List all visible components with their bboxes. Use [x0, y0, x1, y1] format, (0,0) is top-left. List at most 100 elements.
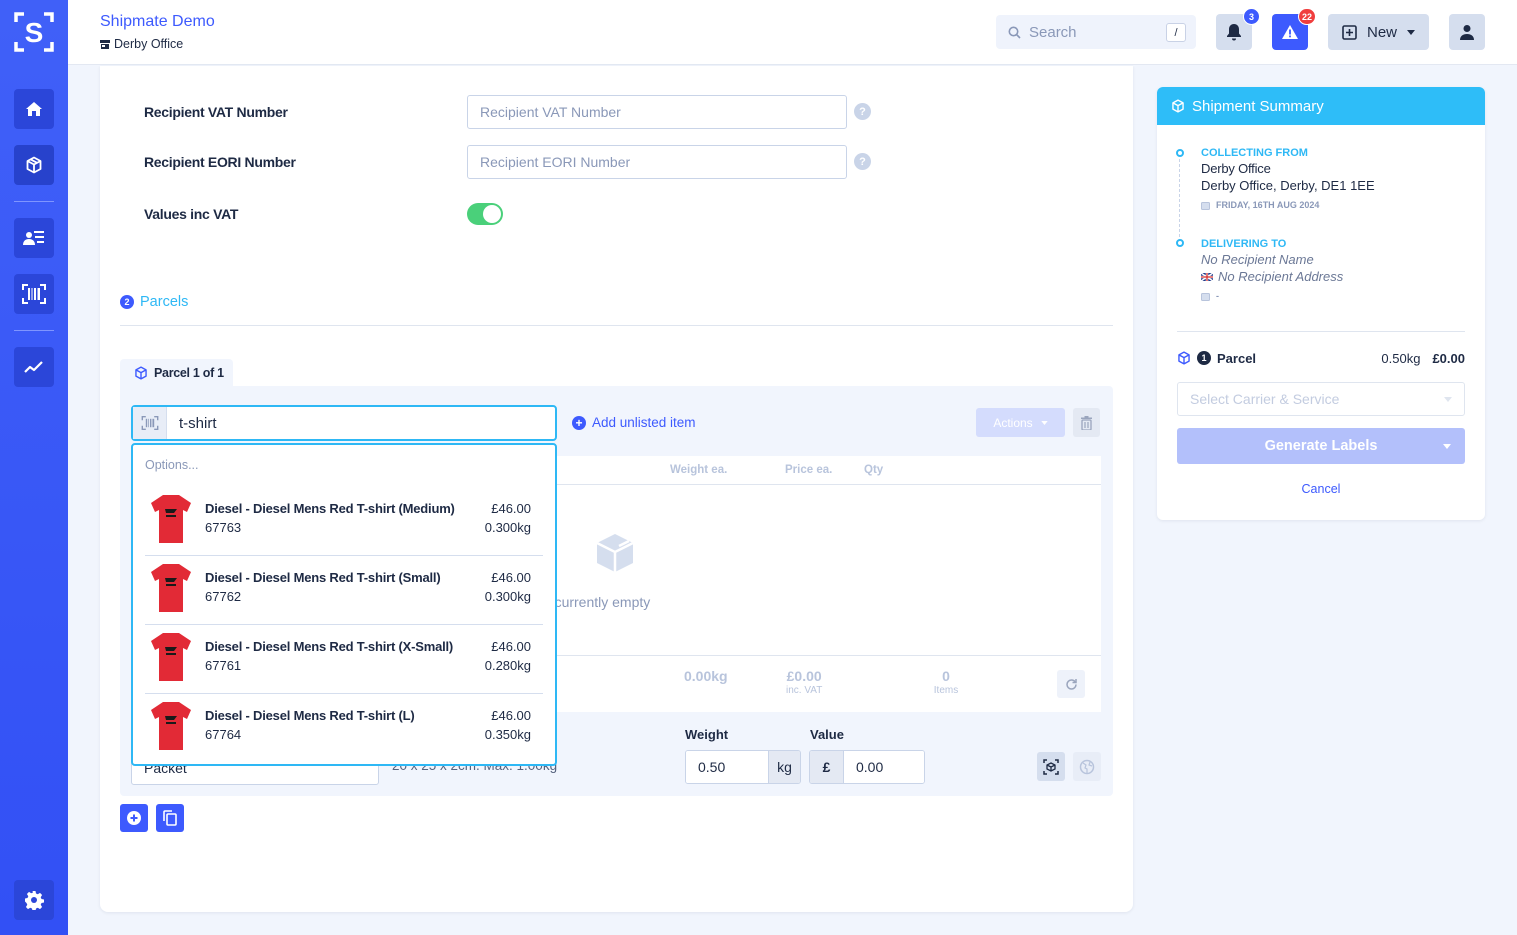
shipment-summary-panel: Shipment Summary COLLECTING FROM Derby O… [1157, 87, 1485, 520]
app-title[interactable]: Shipmate Demo [100, 13, 215, 31]
item-search-input[interactable] [167, 407, 555, 439]
weight-field: kg [685, 750, 801, 784]
item-search-field[interactable] [131, 405, 557, 441]
bell-icon [1227, 24, 1241, 41]
value-input[interactable] [844, 751, 924, 783]
box-icon [26, 156, 42, 174]
actions-label: Actions [993, 415, 1033, 430]
actions-dropdown-button[interactable]: Actions [976, 408, 1065, 437]
tshirt-thumbnail [151, 495, 191, 543]
total-items: 0 Items [931, 668, 961, 696]
sidebar-item-home[interactable] [14, 89, 54, 129]
caret-down-icon [1407, 29, 1415, 35]
total-value-caption: inc. VAT [786, 685, 823, 696]
delete-parcel-button[interactable] [1073, 408, 1100, 437]
option-price: £46.00 [491, 501, 531, 516]
barcode-scan-button[interactable] [133, 407, 167, 439]
step-number: 2 [120, 295, 134, 309]
option-name: Diesel - Diesel Mens Red T-shirt (Small) [205, 570, 441, 585]
parcel-tab-label: Parcel 1 of 1 [154, 366, 224, 380]
calendar-icon [1201, 201, 1210, 210]
value-field: £ [809, 750, 925, 784]
column-header-qty: Qty [864, 464, 884, 476]
option-price: £46.00 [491, 570, 531, 585]
sidebar: S [0, 0, 68, 935]
total-weight: 0.00kg [684, 668, 728, 684]
location-indicator[interactable]: Derby Office [100, 37, 183, 51]
search-result-option[interactable]: Diesel - Diesel Mens Red T-shirt (X-Smal… [145, 625, 543, 694]
parcels-section-title: Parcels [140, 294, 189, 310]
values-inc-vat-label: Values inc VAT [144, 206, 239, 222]
new-button-label: New [1366, 23, 1397, 41]
notifications-button[interactable]: 3 [1216, 8, 1260, 50]
search-input[interactable]: Search / [996, 15, 1196, 49]
refresh-icon [1065, 678, 1077, 690]
option-sku: 67762 [205, 589, 242, 604]
option-sku: 67764 [205, 727, 242, 742]
collecting-from-address: Derby Office, Derby, DE1 1EE [1201, 178, 1375, 193]
tshirt-thumbnail [151, 702, 191, 750]
add-unlisted-item-link[interactable]: + Add unlisted item [572, 415, 696, 430]
svg-text:S: S [25, 17, 44, 48]
help-icon[interactable]: ? [854, 103, 871, 120]
summary-value: £0.00 [1432, 350, 1465, 366]
sidebar-item-settings[interactable] [14, 880, 54, 920]
caret-down-icon [1040, 420, 1048, 425]
summary-header: Shipment Summary [1157, 87, 1485, 125]
option-price: £46.00 [491, 639, 531, 654]
alerts-button[interactable]: 22 [1272, 8, 1316, 50]
international-button[interactable] [1073, 752, 1101, 781]
caret-down-icon[interactable] [1443, 444, 1451, 449]
nav-divider [14, 330, 54, 331]
box-icon [1178, 351, 1190, 365]
option-name: Diesel - Diesel Mens Red T-shirt (L) [205, 708, 415, 723]
shipmate-logo[interactable]: S [14, 12, 54, 52]
parcels-section-header: 2 Parcels [120, 294, 188, 310]
duplicate-parcel-button[interactable] [156, 804, 184, 832]
generate-labels-button[interactable]: Generate Labels [1177, 428, 1465, 464]
refresh-totals-button[interactable] [1057, 670, 1085, 698]
total-weight-value: 0.00kg [684, 668, 728, 684]
new-button[interactable]: New [1328, 14, 1429, 50]
caret-down-icon [1444, 397, 1452, 402]
timeline-dot [1176, 239, 1184, 247]
uk-flag-icon [1201, 272, 1213, 281]
sidebar-item-reports[interactable] [14, 347, 54, 387]
item-search-results: Options... Diesel - Diesel Mens Red T-sh… [131, 443, 557, 766]
summary-parcel-row: 1 Parcel 0.50kg £0.00 [1177, 349, 1465, 367]
search-result-option[interactable]: Diesel - Diesel Mens Red T-shirt (L) 677… [145, 694, 543, 763]
generate-labels-label: Generate Labels [1264, 438, 1378, 454]
search-shortcut-hint: / [1166, 23, 1186, 42]
sidebar-item-contacts[interactable] [14, 218, 54, 258]
sidebar-item-shipments[interactable] [14, 145, 54, 185]
warning-icon [1282, 25, 1298, 39]
option-name: Diesel - Diesel Mens Red T-shirt (Medium… [205, 501, 455, 516]
dimensions-scan-button[interactable] [1037, 752, 1065, 781]
collecting-from-name: Derby Office [1201, 161, 1271, 176]
collection-date-text: FRIDAY, 16TH AUG 2024 [1216, 200, 1320, 210]
parcel-tab[interactable]: Parcel 1 of 1 [120, 359, 233, 387]
plus-square-icon [1342, 24, 1357, 40]
search-result-option[interactable]: Diesel - Diesel Mens Red T-shirt (Medium… [145, 487, 543, 556]
summary-divider [1177, 331, 1465, 332]
barcode-icon [22, 284, 46, 304]
help-icon[interactable]: ? [854, 153, 871, 170]
add-parcel-button[interactable] [120, 804, 148, 832]
sidebar-item-scan[interactable] [14, 274, 54, 314]
user-menu-button[interactable] [1449, 14, 1485, 50]
top-bar: Shipmate Demo Derby Office Search / 3 22… [68, 0, 1517, 65]
total-value: £0.00 inc. VAT [786, 668, 822, 696]
open-box-icon [596, 534, 634, 572]
values-inc-vat-toggle[interactable] [467, 203, 503, 225]
weight-input[interactable] [686, 751, 768, 783]
search-result-option[interactable]: Diesel - Diesel Mens Red T-shirt (Small)… [145, 556, 543, 625]
collecting-from-label: COLLECTING FROM [1201, 147, 1308, 159]
eori-number-input[interactable] [467, 145, 847, 179]
option-weight: 0.300kg [484, 589, 531, 604]
vat-number-input[interactable] [467, 95, 847, 129]
column-header-weight: Weight ea. [670, 464, 728, 476]
cancel-link[interactable]: Cancel [1157, 482, 1485, 496]
delivery-date: - [1201, 291, 1219, 301]
carrier-service-select[interactable]: Select Carrier & Service [1177, 382, 1465, 416]
search-placeholder: Search [1029, 23, 1077, 41]
